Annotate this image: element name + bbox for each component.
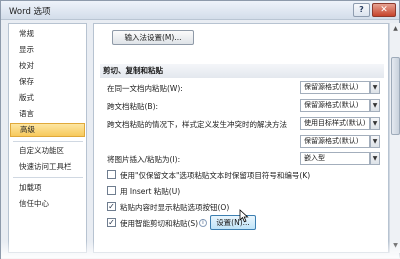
section-title-cut-copy-paste: 剪切、复制和粘贴 <box>100 64 384 78</box>
sidebar-item-save[interactable]: 保存 <box>10 75 85 89</box>
chevron-down-icon[interactable]: ▼ <box>370 99 380 112</box>
paste-within-document-label: 在同一文档内粘贴(W): <box>107 84 183 93</box>
sidebar-item-customize-ribbon[interactable]: 自定义功能区 <box>10 144 85 158</box>
sidebar-item-advanced[interactable]: 高级 <box>10 123 85 137</box>
paste-from-other-programs-select[interactable]: 保留源格式(默认) <box>300 135 370 148</box>
options-sidebar: 常规 显示 校对 保存 版式 语言 高级 自定义功能区 快速访问工具栏 加载项 … <box>8 23 87 253</box>
title-bar: Word 选项 ? ✕ <box>1 1 399 20</box>
sidebar-divider <box>13 177 83 178</box>
show-paste-options-label: 粘贴内容时显示粘贴选项按钮(O) <box>120 203 230 212</box>
sidebar-item-trust-center[interactable]: 信任中心 <box>10 197 85 211</box>
insert-key-paste-checkbox[interactable] <box>107 186 116 195</box>
close-button[interactable]: ✕ <box>372 3 396 17</box>
paste-between-documents-label: 跨文档粘贴(B): <box>107 102 159 111</box>
style-conflict-label: 跨文档粘贴的情况下，样式定义发生冲突时的解决方法 <box>107 120 287 129</box>
sidebar-divider <box>13 141 83 142</box>
sidebar-item-general[interactable]: 常规 <box>10 27 85 41</box>
show-paste-options-checkbox[interactable]: ✓ <box>107 202 116 211</box>
sidebar-item-layout[interactable]: 版式 <box>10 91 85 105</box>
sidebar-item-language[interactable]: 语言 <box>10 107 85 121</box>
smart-paste-settings-button[interactable]: 设置(N)... <box>210 215 256 230</box>
bottom-fade <box>1 241 400 259</box>
chevron-down-icon[interactable]: ▼ <box>370 117 380 130</box>
info-icon: i <box>199 219 207 227</box>
keep-bullets-checkbox[interactable] <box>107 170 116 179</box>
smart-cut-paste-label: 使用智能剪切和粘贴(S) <box>120 219 199 228</box>
sidebar-item-display[interactable]: 显示 <box>10 43 85 57</box>
scroll-up-icon[interactable]: ▲ <box>391 24 400 34</box>
window-title: Word 选项 <box>9 7 51 17</box>
mouse-cursor-icon <box>239 209 249 223</box>
paste-within-document-select[interactable]: 保留源格式(默认) <box>300 81 370 94</box>
sidebar-item-proofing[interactable]: 校对 <box>10 59 85 73</box>
insert-key-paste-label: 用 Insert 粘贴(U) <box>120 187 181 196</box>
keep-bullets-label: 使用"仅保留文本"选项粘贴文本时保留项目符号和编号(K) <box>120 171 311 180</box>
chevron-down-icon[interactable]: ▼ <box>370 81 380 94</box>
style-conflict-select[interactable]: 使用目标样式(默认) <box>300 117 370 130</box>
word-options-dialog: Word 选项 ? ✕ 常规 显示 校对 保存 版式 语言 高级 自定义功能区 … <box>0 0 400 259</box>
smart-cut-paste-checkbox[interactable]: ✓ <box>107 218 116 227</box>
sidebar-item-add-ins[interactable]: 加载项 <box>10 181 85 195</box>
chevron-down-icon[interactable]: ▼ <box>370 152 380 165</box>
insert-picture-as-select[interactable]: 嵌入型 <box>300 152 370 165</box>
input-settings-button[interactable]: 输入法设置(M)... <box>112 30 194 45</box>
paste-between-documents-select[interactable]: 保留源格式(默认) <box>300 99 370 112</box>
insert-picture-as-label: 将图片插入/粘贴为(I): <box>107 155 181 164</box>
chevron-down-icon[interactable]: ▼ <box>370 135 380 148</box>
vertical-scrollbar[interactable]: ▲ ▼ <box>389 23 400 253</box>
help-button[interactable]: ? <box>353 3 370 17</box>
sidebar-item-quick-access-toolbar[interactable]: 快速访问工具栏 <box>10 160 85 174</box>
scrollbar-thumb[interactable] <box>391 57 400 135</box>
